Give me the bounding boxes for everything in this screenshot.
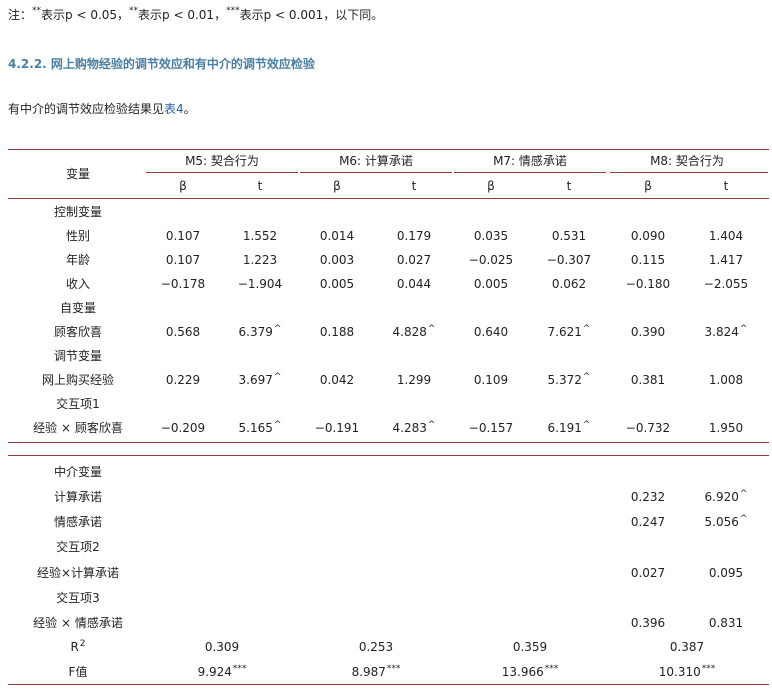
row-label: 性别 xyxy=(65,229,90,243)
row-label: 经验 × 情感承诺 xyxy=(33,616,123,630)
table-bottom-rule xyxy=(8,684,769,685)
r-squared-value: 0.359 xyxy=(512,640,548,654)
r-squared-value: 0.387 xyxy=(669,640,705,654)
row-label: 交互项1 xyxy=(56,397,100,411)
row-label: 网上购买经验 xyxy=(41,373,114,387)
f-value: 8.987*** xyxy=(351,664,401,680)
table-cell: 1.950 xyxy=(708,421,744,435)
f-value: 13.966*** xyxy=(501,664,559,680)
table-cell: −2.055 xyxy=(703,277,749,291)
column-header-variable: 变量 xyxy=(65,167,90,181)
row-label: 调节变量 xyxy=(53,349,102,363)
table-link[interactable]: 表4 xyxy=(164,102,184,116)
row-label: 年龄 xyxy=(65,253,90,267)
row-label: 交互项2 xyxy=(56,540,100,554)
r-squared-label: R2 xyxy=(70,639,86,655)
section-heading: 4.2.2. 网上购物经验的调节效应和有中介的调节效应检验 xyxy=(8,57,315,71)
table-cell: 1.008 xyxy=(708,373,744,387)
model-header-4: M8: 契合行为 xyxy=(650,154,724,168)
section2-top-rule xyxy=(8,455,769,456)
row-label: 控制变量 xyxy=(53,205,102,219)
row-label: 收入 xyxy=(65,277,90,291)
table-cell: 5.056^ xyxy=(704,514,748,530)
row-label: 中介变量 xyxy=(53,465,102,479)
f-value: 10.310*** xyxy=(658,664,716,680)
table-cell: 1.417 xyxy=(708,253,744,267)
table-cell: 3.824^ xyxy=(704,324,748,340)
table-cell: 0.095 xyxy=(708,566,744,580)
row-label: 自变量 xyxy=(59,301,96,315)
model-header-3: M7: 情感承诺 xyxy=(493,154,567,168)
model-header-rule-1 xyxy=(146,172,298,173)
model-header-rule-4 xyxy=(610,172,768,173)
table-note: 注：**表示p < 0.05，**表示p < 0.01，***表示p < 0.0… xyxy=(8,6,384,23)
row-label: 交互项3 xyxy=(56,591,100,605)
table-cell: 1.404 xyxy=(708,229,744,243)
row-label: 计算承诺 xyxy=(53,490,102,504)
table-cell: 6.920^ xyxy=(704,489,748,505)
model-header-1: M5: 契合行为 xyxy=(185,154,259,168)
row-label: 情感承诺 xyxy=(53,515,102,529)
model-header-2: M6: 计算承诺 xyxy=(339,154,413,168)
row-label: 经验 × 顾客欣喜 xyxy=(33,421,123,435)
model-header-rule-2 xyxy=(300,172,452,173)
row-label: 顾客欣喜 xyxy=(53,325,102,339)
row-label: 经验×计算承诺 xyxy=(36,566,120,580)
f-value: 9.924*** xyxy=(197,664,247,680)
f-value-label: F值 xyxy=(68,665,88,679)
r-squared-value: 0.309 xyxy=(204,640,240,654)
header-bottom-rule xyxy=(8,198,769,199)
r-squared-value: 0.253 xyxy=(358,640,394,654)
model-header-rule-3 xyxy=(454,172,606,173)
table-cell: 0.831 xyxy=(708,616,744,630)
sub-header: t xyxy=(723,179,729,193)
table-top-rule xyxy=(8,149,769,150)
section1-bottom-rule xyxy=(8,442,769,443)
intro-text: 有中介的调节效应检验结果见表4。 xyxy=(8,102,196,116)
